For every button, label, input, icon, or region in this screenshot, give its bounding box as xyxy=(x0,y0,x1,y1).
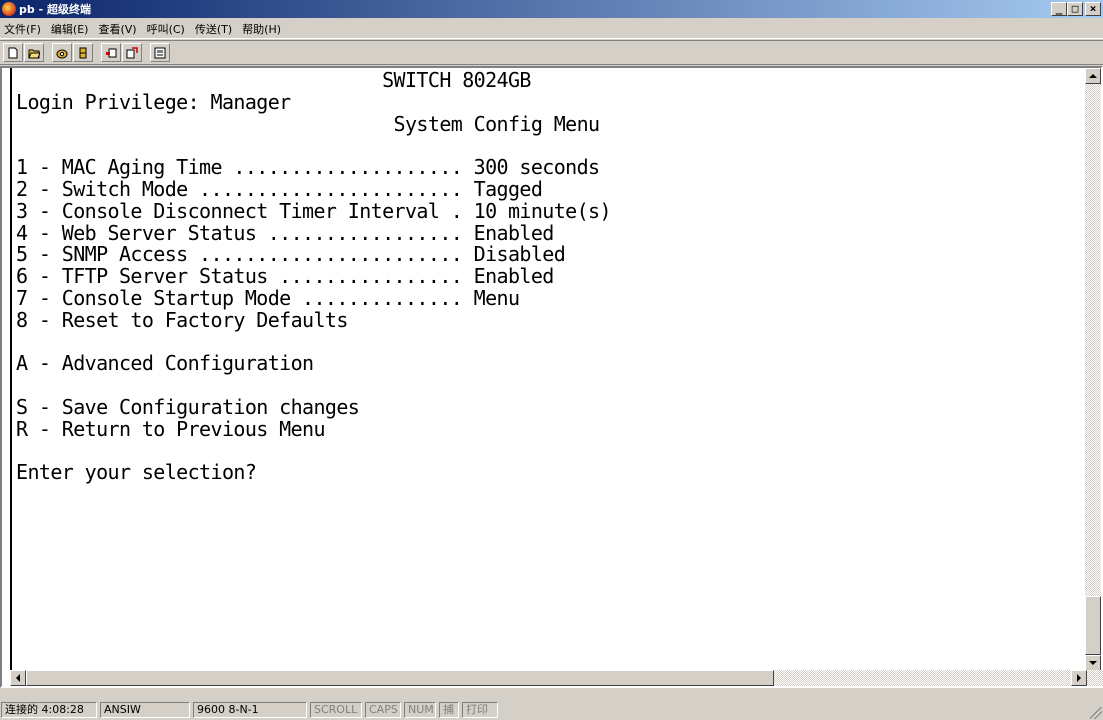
menu-call[interactable]: 呼叫(C) xyxy=(142,21,190,37)
scroll-lock-indicator: SCROLL xyxy=(310,702,362,718)
terminal-line: A - Advanced Configuration xyxy=(16,351,314,376)
scroll-down-button[interactable] xyxy=(1085,655,1101,671)
receive-icon xyxy=(126,46,138,58)
menu-view[interactable]: 查看(V) xyxy=(93,21,141,37)
horizontal-scroll-thumb[interactable] xyxy=(26,670,774,686)
receive-button[interactable] xyxy=(122,43,142,62)
terminal-line: S - Save Configuration changes xyxy=(16,394,360,419)
terminal-line: 1 - MAC Aging Time .................... … xyxy=(16,155,600,180)
hyperterminal-app-icon[interactable] xyxy=(2,2,16,16)
menu-transfer[interactable]: 传送(T) xyxy=(190,21,237,37)
terminal-screen[interactable]: SWITCH 8024GB Login Privilege: Manager Sy… xyxy=(10,68,1087,671)
terminal-output: SWITCH 8024GB Login Privilege: Manager Sy… xyxy=(12,68,1087,484)
new-connection-button[interactable] xyxy=(3,43,23,62)
open-icon xyxy=(28,49,40,58)
terminal-line: SWITCH 8024GB xyxy=(16,68,531,92)
menu-file[interactable]: 文件(F) xyxy=(0,21,46,37)
terminal-line: Enter your selection? xyxy=(16,460,257,485)
terminal-line: 8 - Reset to Factory Defaults xyxy=(16,307,348,332)
vertical-scrollbar[interactable] xyxy=(1085,68,1101,671)
scroll-up-button[interactable] xyxy=(1085,68,1101,84)
connection-timer: 连接的 4:08:28 xyxy=(1,702,97,718)
resize-grip-icon[interactable] xyxy=(1090,707,1102,719)
terminal-line: 4 - Web Server Status ................. … xyxy=(16,220,554,245)
scroll-right-button[interactable] xyxy=(1071,670,1087,686)
terminal-line: 7 - Console Startup Mode .............. … xyxy=(16,285,520,310)
terminal-line: Login Privilege: Manager xyxy=(16,89,291,114)
terminal-line: 6 - TFTP Server Status ................ … xyxy=(16,264,554,289)
window-title: pb - 超级终端 xyxy=(19,3,91,16)
open-button[interactable] xyxy=(24,43,44,62)
capture-indicator: 捕 xyxy=(439,702,459,718)
window-controls: _ □ × xyxy=(1051,2,1101,16)
new-icon xyxy=(8,47,18,58)
terminal-frame: SWITCH 8024GB Login Privilege: Manager Sy… xyxy=(0,66,1103,688)
arrow-left-icon xyxy=(16,674,20,682)
terminal-line: 2 - Switch Mode ....................... … xyxy=(16,176,543,201)
port-settings: 9600 8-N-1 xyxy=(193,702,307,718)
terminal-line: System Config Menu xyxy=(16,111,601,136)
menu-help[interactable]: 帮助(H) xyxy=(237,21,286,37)
disconnect-icon xyxy=(79,47,87,58)
maximize-button[interactable]: □ xyxy=(1067,2,1083,16)
menu-edit[interactable]: 编辑(E) xyxy=(46,21,94,37)
disconnect-button[interactable] xyxy=(73,43,93,62)
caps-lock-indicator: CAPS xyxy=(365,702,401,718)
terminal-line: 5 - SNMP Access ....................... … xyxy=(16,242,566,267)
title-bar[interactable]: pb - 超级终端 _ □ × xyxy=(0,0,1103,18)
num-lock-indicator: NUM xyxy=(404,702,436,718)
arrow-up-icon xyxy=(1089,74,1097,78)
properties-button[interactable] xyxy=(150,43,170,62)
horizontal-scrollbar[interactable] xyxy=(10,670,1103,686)
emulation-mode: ANSIW xyxy=(100,702,190,718)
menu-bar: 文件(F) 编辑(E) 查看(V) 呼叫(C) 传送(T) 帮助(H) xyxy=(0,19,1103,39)
arrow-right-icon xyxy=(1077,674,1081,682)
properties-icon xyxy=(154,47,166,58)
toolbar xyxy=(0,40,1103,65)
print-echo-indicator: 打印 xyxy=(462,702,498,718)
minimize-button[interactable]: _ xyxy=(1051,2,1067,16)
close-button[interactable]: × xyxy=(1085,2,1101,16)
terminal-line: R - Return to Previous Menu xyxy=(16,416,326,441)
terminal-line: 3 - Console Disconnect Timer Interval . … xyxy=(16,198,612,223)
scroll-left-button[interactable] xyxy=(10,670,26,686)
send-icon xyxy=(106,48,117,57)
arrow-down-icon xyxy=(1089,661,1097,665)
send-button[interactable] xyxy=(101,43,121,62)
vertical-scroll-thumb[interactable] xyxy=(1085,596,1101,655)
call-button[interactable] xyxy=(52,43,72,62)
status-bar: 连接的 4:08:28 ANSIW 9600 8-N-1 SCROLL CAPS… xyxy=(0,700,1103,720)
call-icon xyxy=(56,49,68,58)
